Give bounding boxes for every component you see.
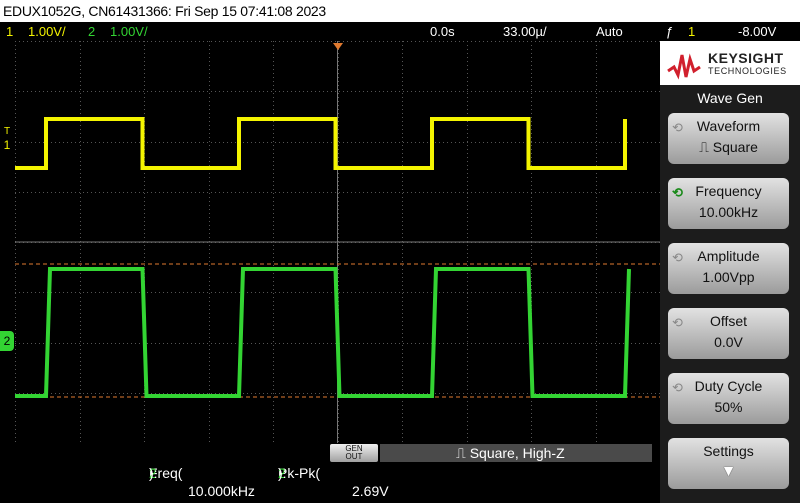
trigger-channel: 1 <box>688 24 696 39</box>
panel-title: Wave Gen <box>697 90 763 106</box>
trigger-level-marker[interactable]: T <box>4 126 10 137</box>
ch1-number[interactable]: 1 <box>6 24 13 39</box>
settings-softkey[interactable]: Settings ▼ <box>668 438 789 489</box>
softkey-value: 0.0V <box>714 334 743 350</box>
softkey-value: 50% <box>714 399 743 415</box>
frequency-softkey[interactable]: ⟲ Frequency 10.00kHz <box>668 178 789 229</box>
trigger-level[interactable]: -8.00V <box>738 24 776 39</box>
gen-status-bar: ⎍ Square, High-Z <box>380 444 652 462</box>
gen-out-indicator[interactable]: GEN OUT <box>330 444 378 462</box>
keysight-wave-icon <box>667 53 701 80</box>
down-arrow-icon: ▼ <box>720 463 737 480</box>
softkey-label: Waveform <box>696 118 761 134</box>
amplitude-softkey[interactable]: ⟲ Amplitude 1.00Vpp <box>668 243 789 294</box>
ch1-ground-marker[interactable]: 1 <box>0 137 14 153</box>
meas-close: ): <box>278 465 287 481</box>
time-offset[interactable]: 0.0s <box>430 24 455 39</box>
freq-measurement-value: 10.000kHz <box>188 483 255 499</box>
pkpk-measurement-value: 2.69V <box>352 483 389 499</box>
waveform-softkey[interactable]: ⟲ Waveform ⎍ Square <box>668 113 789 164</box>
ch2-ground-marker[interactable]: 2 <box>0 331 14 351</box>
offset-softkey[interactable]: ⟲ Offset 0.0V <box>668 308 789 359</box>
waveform-display[interactable] <box>15 41 660 443</box>
gen-status-text: ⎍ Square, High-Z <box>456 445 565 461</box>
softkey-value: 10.00kHz <box>698 204 759 220</box>
ch2-trace <box>15 267 631 398</box>
softkey-value: 1.00Vpp <box>702 269 755 285</box>
ch1-scale[interactable]: 1.00V/ <box>28 24 66 39</box>
title-text: EDUX1052G, CN61431366: Fri Sep 15 07:41:… <box>3 3 326 19</box>
left-gutter <box>0 41 15 443</box>
duty-cycle-softkey[interactable]: ⟲ Duty Cycle 50% <box>668 373 789 424</box>
softkey-label: Amplitude <box>697 248 760 264</box>
ch1-trace <box>15 117 627 170</box>
trigger-mode[interactable]: Auto <box>596 24 623 39</box>
softkey-label: Offset <box>709 313 748 329</box>
logo-name: KEYSIGHT <box>708 50 784 66</box>
trigger-position-marker[interactable] <box>333 43 343 50</box>
status-bar: 1 1.00V/ 2 1.00V/ 0.0s 33.00µ/ Auto ƒ 1 … <box>0 22 800 41</box>
softkey-label: Duty Cycle <box>694 378 763 394</box>
softkey-label: Frequency <box>695 183 762 199</box>
measurement-area: Freq(2): 10.000kHz Pk-Pk(2): 2.69V <box>0 463 660 503</box>
trigger-slope-icon: ƒ <box>666 24 674 39</box>
meas-close: ): <box>149 465 158 481</box>
logo-sub: TECHNOLOGIES <box>708 66 787 76</box>
ch2-number[interactable]: 2 <box>88 24 95 39</box>
softkey-value: ⎍ Square <box>699 139 758 155</box>
time-scale[interactable]: 33.00µ/ <box>503 24 547 39</box>
ch2-scale[interactable]: 1.00V/ <box>110 24 148 39</box>
out-label: OUT <box>345 452 363 461</box>
softkey-label: Settings <box>703 443 754 459</box>
title-bar: EDUX1052G, CN61431366: Fri Sep 15 07:41:… <box>0 0 800 22</box>
